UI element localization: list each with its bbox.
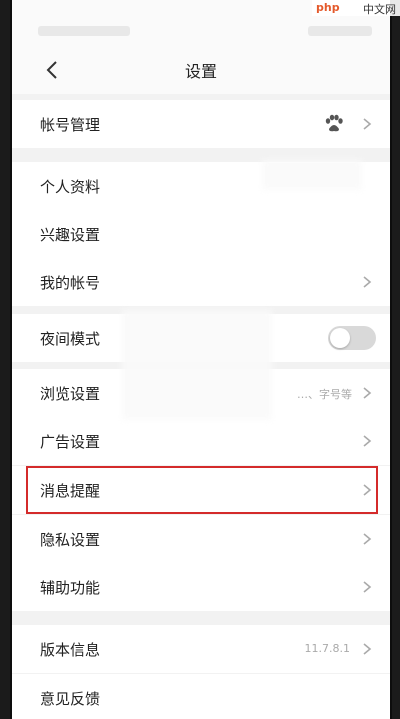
settings-item-privacy-settings[interactable]: 隐私设置 [12,515,390,563]
settings-item-label: 夜间模式 [40,330,101,348]
chevron-right-icon [363,435,372,447]
blurred-area [122,310,272,420]
settings-item-ad-settings[interactable]: 广告设置 [12,417,390,465]
phone-screen: 设置 帐号管理 个人资料 兴趣设置 我的帐号 夜间模式 浏览设置 …、字号等 广… [10,0,392,719]
settings-item-feedback[interactable]: 意见反馈 [12,674,390,719]
chevron-right-icon [363,118,372,130]
settings-item-label: 我的帐号 [40,274,101,292]
settings-item-accessibility[interactable]: 辅助功能 [12,563,390,611]
chevron-right-icon [363,643,372,655]
settings-item-label: 隐私设置 [40,531,101,549]
settings-item-label: 消息提醒 [40,482,101,500]
chevron-right-icon [363,581,372,593]
status-bar-right-blurred [308,26,372,36]
settings-item-interest-settings[interactable]: 兴趣设置 [12,210,390,258]
watermark-text: 中文网 [363,3,396,16]
night-mode-toggle[interactable] [328,326,376,350]
settings-item-value: …、字号等 [297,388,352,401]
settings-item-version-info[interactable]: 版本信息 11.7.8.1 [12,625,390,673]
settings-item-label: 意见反馈 [40,690,101,708]
blurred-area [262,160,362,190]
navigation-bar: 设置 [12,44,390,94]
toggle-knob [330,328,350,348]
chevron-right-icon [363,484,372,496]
settings-item-label: 帐号管理 [40,116,101,134]
settings-item-label: 版本信息 [40,641,101,659]
paw-icon [325,114,343,132]
page-title: 设置 [184,62,217,81]
settings-item-label: 浏览设置 [40,385,101,403]
chevron-right-icon [363,276,372,288]
settings-item-account-management[interactable]: 帐号管理 [12,100,390,148]
chevron-right-icon [363,533,372,545]
watermark-logo: php [316,1,340,14]
settings-item-message-reminder[interactable]: 消息提醒 [12,466,390,514]
settings-item-label: 兴趣设置 [40,226,101,244]
settings-item-my-account[interactable]: 我的帐号 [12,258,390,306]
status-bar-left-blurred [38,26,130,36]
watermark: php 中文网 [312,0,400,16]
settings-item-value: 11.7.8.1 [304,642,350,655]
chevron-right-icon [363,387,372,399]
settings-item-label: 广告设置 [40,433,101,451]
settings-item-label: 个人资料 [40,178,101,196]
settings-item-label: 辅助功能 [40,579,101,597]
